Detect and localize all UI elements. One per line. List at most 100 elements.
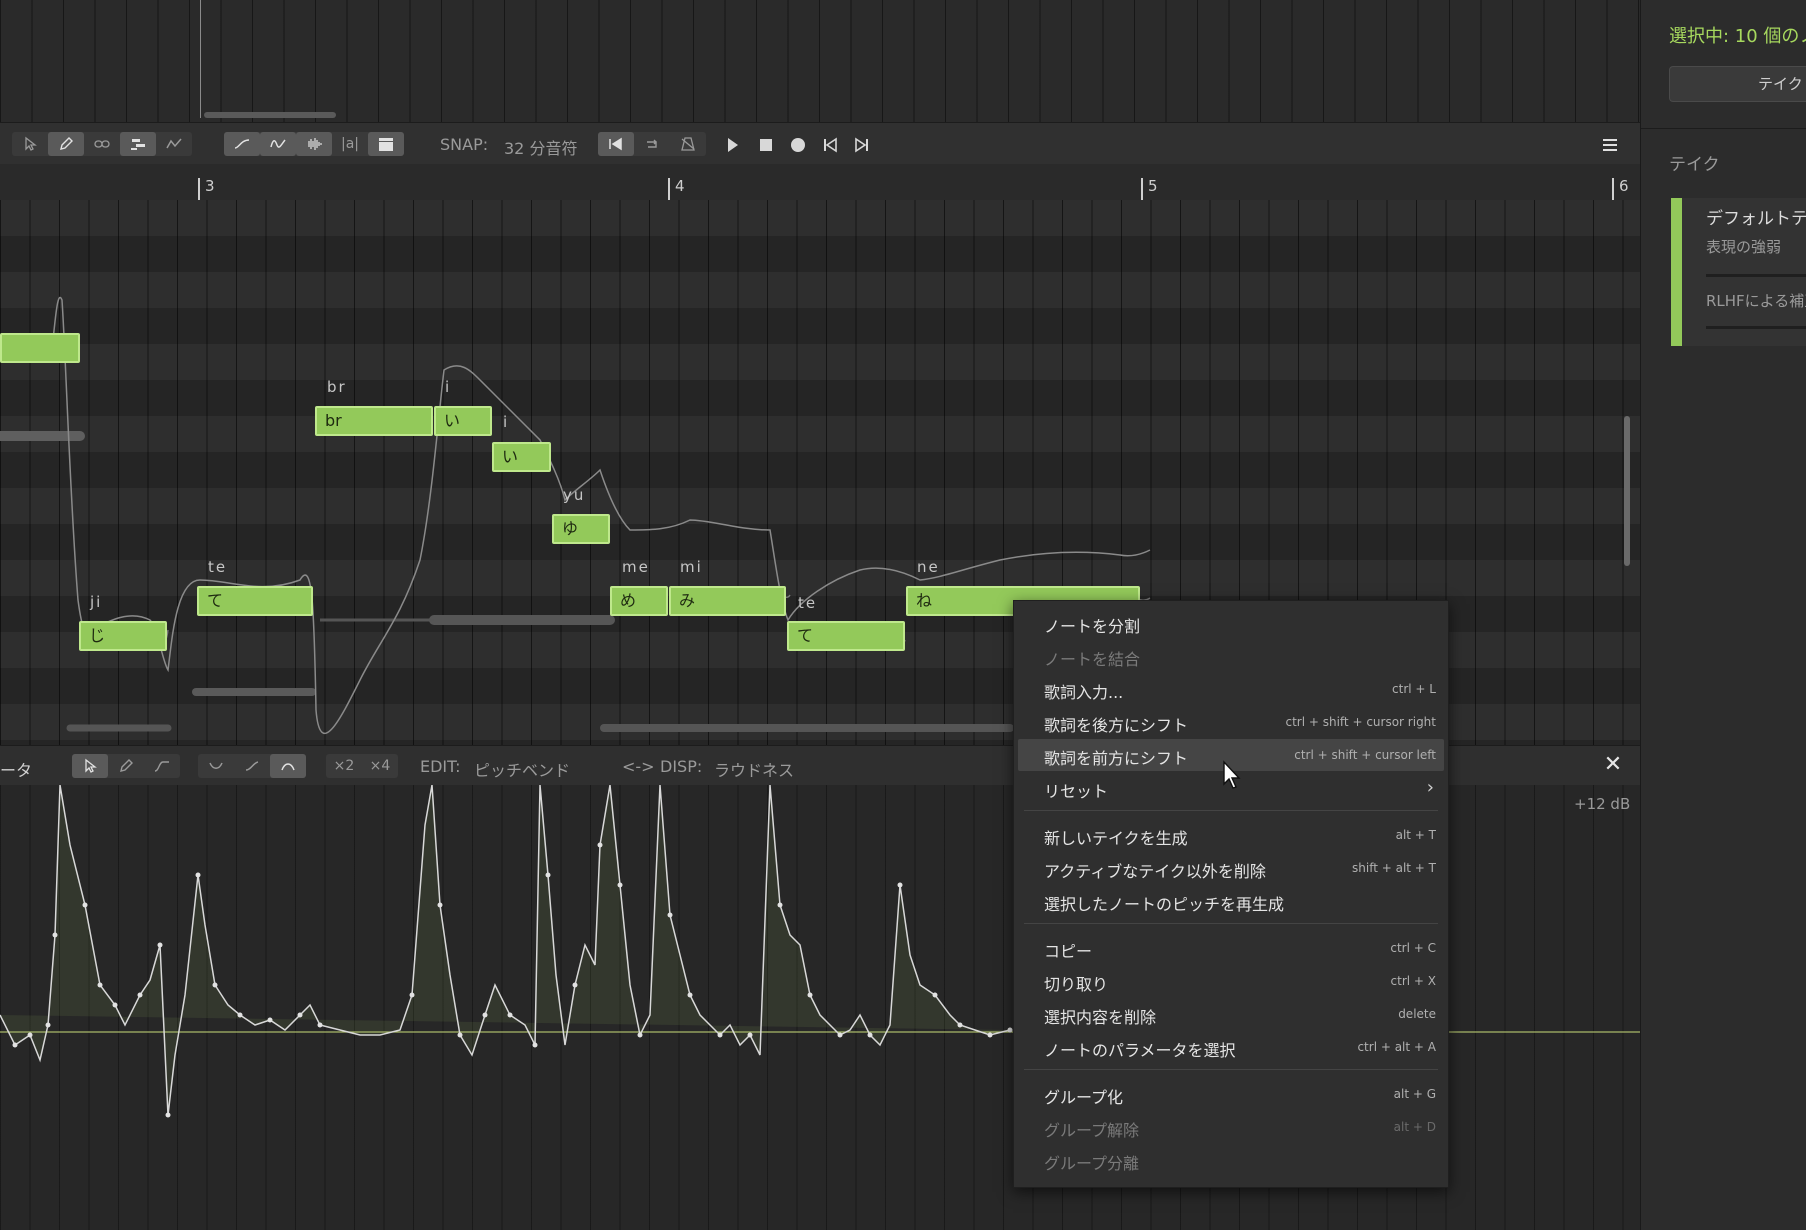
rlhf-label: RLHFによる補正 xyxy=(1706,292,1806,310)
multiplier-group: ×2 ×4 xyxy=(326,754,398,778)
menu-item-shift-lyrics-back[interactable]: 歌詞を後方にシフト ctrl + shift + cursor right xyxy=(1018,706,1444,738)
take-card[interactable]: デフォルトテイ 表現の強弱 RLHFによる補正 xyxy=(1671,198,1806,346)
snap-value-dropdown[interactable]: 32 分音符 xyxy=(504,135,577,159)
bar-marker: 3 xyxy=(198,178,215,200)
vibrato-curve-icon[interactable] xyxy=(260,132,296,156)
note-block[interactable]: み xyxy=(669,586,786,616)
expression-label: 表現の強弱 xyxy=(1706,238,1782,256)
note-phoneme-label: te xyxy=(798,594,818,612)
menu-item-delete-selection[interactable]: 選択内容を削除 delete xyxy=(1018,998,1444,1030)
menu-item-split-note[interactable]: ノートを分割 xyxy=(1018,607,1444,639)
edit-label: EDIT: xyxy=(420,757,461,776)
pencil-tool-icon[interactable] xyxy=(48,132,84,156)
overview-scrollbar[interactable] xyxy=(204,112,336,118)
param-tool-group xyxy=(72,754,180,778)
swap-parameters-icon[interactable]: <-> xyxy=(622,757,655,776)
select-tool-icon[interactable] xyxy=(12,132,48,156)
multiply-x4-button[interactable]: ×4 xyxy=(362,754,398,778)
parameter-panel-title: ータ xyxy=(0,761,33,780)
skip-forward-icon[interactable] xyxy=(852,135,872,155)
menu-item-label: ノートを分割 xyxy=(1044,617,1141,636)
menu-item-lyrics-input[interactable]: 歌詞入力... ctrl + L xyxy=(1018,673,1444,705)
select-tool-icon[interactable] xyxy=(72,754,108,778)
menu-item-shortcut: ctrl + alt + A xyxy=(1357,1040,1436,1054)
note-block[interactable]: br xyxy=(315,406,433,436)
note-block[interactable]: い xyxy=(434,406,492,436)
take-button[interactable]: テイク xyxy=(1669,66,1806,102)
note-block[interactable]: じ xyxy=(79,621,167,651)
arrangement-overview[interactable] xyxy=(0,0,1640,122)
phoneme-icon[interactable]: |a| xyxy=(332,132,368,156)
menu-item-shortcut: shift + alt + T xyxy=(1352,861,1436,875)
curve-tool-icon[interactable] xyxy=(156,132,192,156)
note-block[interactable] xyxy=(0,333,80,363)
note-block[interactable]: て xyxy=(787,621,905,651)
menu-item-merge-notes: ノートを結合 xyxy=(1018,640,1444,672)
edit-parameter-dropdown[interactable]: ピッチベンド xyxy=(474,757,570,781)
curve-ramp-icon[interactable] xyxy=(234,754,270,778)
metronome-off-icon[interactable] xyxy=(670,132,706,156)
menu-item-new-take[interactable]: 新しいテイクを生成 alt + T xyxy=(1018,819,1444,851)
play-icon[interactable] xyxy=(722,135,742,155)
selection-status: 選択中: 10 個のノ xyxy=(1669,26,1806,47)
menu-item-label: 新しいテイクを生成 xyxy=(1044,829,1188,848)
follow-playhead-icon[interactable] xyxy=(598,132,634,156)
menu-item-label: ノートを結合 xyxy=(1044,650,1141,669)
note-phoneme-label: yu xyxy=(563,486,586,504)
menu-item-shortcut: alt + D xyxy=(1393,1120,1436,1134)
take-section-heading: テイク xyxy=(1669,155,1720,175)
menu-item-shortcut: alt + G xyxy=(1393,1087,1436,1101)
playback-mode-group xyxy=(598,132,706,156)
note-block[interactable]: い xyxy=(492,442,551,472)
note-block[interactable]: め xyxy=(610,586,668,616)
link-tool-icon[interactable] xyxy=(84,132,120,156)
waveform-icon[interactable] xyxy=(296,132,332,156)
bar-marker: 4 xyxy=(668,178,685,200)
bar-marker: 5 xyxy=(1141,178,1158,200)
pencil-tool-icon[interactable] xyxy=(108,754,144,778)
note-block[interactable]: て xyxy=(197,586,313,616)
menu-item-shortcut: ctrl + shift + cursor left xyxy=(1294,748,1436,762)
curve-draw-tool-icon[interactable] xyxy=(144,754,180,778)
menu-item-label: 歌詞を前方にシフト xyxy=(1044,749,1189,768)
rlhf-slider[interactable] xyxy=(1706,326,1806,329)
menu-item-shortcut: alt + T xyxy=(1395,828,1436,842)
curve-up-icon[interactable] xyxy=(270,754,306,778)
menu-item-copy[interactable]: コピー ctrl + C xyxy=(1018,932,1444,964)
menu-item-label: 歌詞を後方にシフト xyxy=(1044,716,1189,735)
bar-marker: 6 xyxy=(1612,178,1629,200)
note-edit-tool-icon[interactable] xyxy=(120,132,156,156)
clapboard-icon[interactable] xyxy=(368,132,404,156)
menu-item-cut[interactable]: 切り取り ctrl + X xyxy=(1018,965,1444,997)
menu-separator xyxy=(1024,1069,1438,1070)
note-block[interactable]: ゆ xyxy=(552,514,610,544)
menu-item-shortcut: ctrl + shift + cursor right xyxy=(1285,715,1436,729)
note-phoneme-label: ji xyxy=(90,593,103,611)
skip-back-icon[interactable] xyxy=(820,135,840,155)
piano-roll-toolbar: |a| SNAP: 32 分音符 xyxy=(0,122,1640,166)
note-phoneme-label: br xyxy=(327,378,347,396)
menu-item-group[interactable]: グループ化 alt + G xyxy=(1018,1078,1444,1110)
curve-down-icon[interactable] xyxy=(198,754,234,778)
menu-item-regenerate-pitch[interactable]: 選択したノートのピッチを再生成 xyxy=(1018,885,1444,917)
timeline-ruler[interactable]: 3 4 5 6 xyxy=(0,164,1640,200)
hamburger-menu-icon[interactable] xyxy=(1600,135,1620,155)
record-icon[interactable] xyxy=(788,135,808,155)
pitch-curve-icon[interactable] xyxy=(224,132,260,156)
loop-icon[interactable] xyxy=(634,132,670,156)
menu-item-ungroup: グループ解除 alt + D xyxy=(1018,1111,1444,1143)
stop-icon[interactable] xyxy=(756,135,776,155)
multiply-x2-button[interactable]: ×2 xyxy=(326,754,362,778)
expression-slider[interactable] xyxy=(1706,274,1806,277)
menu-separator xyxy=(1024,810,1438,811)
playhead-line xyxy=(200,0,201,118)
close-icon[interactable]: ✕ xyxy=(1603,754,1623,776)
display-parameter-dropdown[interactable]: ラウドネス xyxy=(714,757,794,781)
vertical-scrollbar[interactable] xyxy=(1624,416,1630,566)
menu-item-label: コピー xyxy=(1044,942,1093,961)
menu-item-label: 選択内容を削除 xyxy=(1044,1008,1157,1027)
menu-item-delete-inactive-takes[interactable]: アクティブなテイク以外を削除 shift + alt + T xyxy=(1018,852,1444,884)
mouse-pointer-icon xyxy=(1223,760,1241,789)
menu-item-label: アクティブなテイク以外を削除 xyxy=(1044,862,1266,881)
menu-item-select-note-params[interactable]: ノートのパラメータを選択 ctrl + alt + A xyxy=(1018,1031,1444,1063)
